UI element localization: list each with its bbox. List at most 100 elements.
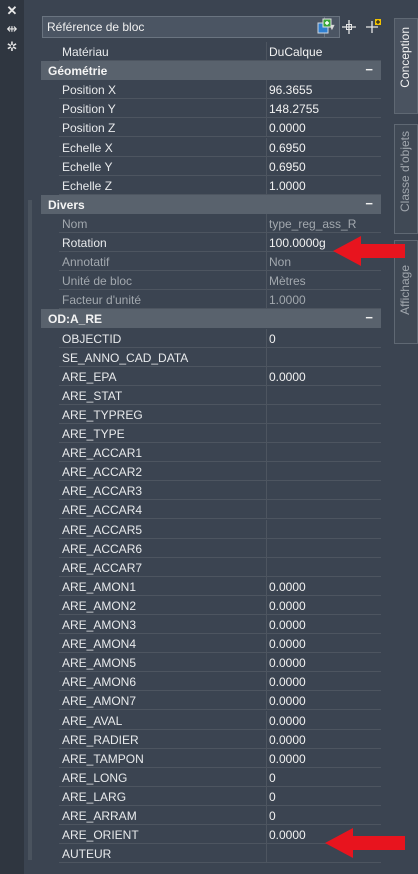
property-value[interactable]: 0.0000 — [269, 714, 306, 728]
tab-conception[interactable]: Conception — [394, 18, 418, 114]
property-value-cell[interactable] — [267, 424, 381, 443]
property-row[interactable]: Nom type_reg_ass_R — [41, 213, 381, 233]
property-value[interactable]: 0.0000 — [269, 618, 306, 632]
scroll-track[interactable] — [28, 200, 32, 860]
property-value-cell[interactable] — [267, 462, 381, 482]
property-row[interactable]: ARE_ACCAR7 — [41, 557, 381, 577]
property-value-cell[interactable] — [267, 405, 381, 424]
property-value-cell[interactable] — [267, 768, 381, 787]
property-value[interactable]: 100.0000g — [269, 236, 326, 250]
property-row[interactable]: ARE_LONG 0 — [41, 767, 381, 787]
property-row[interactable]: ARE_ACCAR4 — [41, 500, 381, 520]
property-row[interactable]: Rotation 100.0000g — [41, 233, 381, 252]
property-value[interactable]: 1.0000 — [269, 179, 306, 193]
tab-classe-objets[interactable]: Classe d'objets — [394, 124, 418, 234]
property-value[interactable]: 0.0000 — [269, 656, 306, 670]
gear-icon[interactable]: ✲ — [4, 39, 20, 55]
property-value[interactable]: 0.0000 — [269, 733, 306, 747]
property-value-cell[interactable] — [267, 500, 381, 520]
property-row[interactable]: Position Y 148.2755 — [41, 99, 381, 119]
collapse-icon[interactable]: − — [365, 62, 373, 77]
property-value-cell[interactable] — [267, 386, 381, 405]
property-row[interactable]: ARE_RADIER 0.0000 — [41, 729, 381, 749]
property-value[interactable]: 0.0000 — [269, 121, 306, 135]
object-type-dropdown[interactable]: Référence de bloc ▼ — [42, 16, 340, 38]
property-value[interactable]: 0 — [269, 809, 276, 823]
property-value[interactable]: 0 — [269, 790, 276, 804]
property-value-cell[interactable] — [267, 520, 381, 539]
property-value[interactable]: Mètres — [269, 274, 306, 288]
property-value-cell[interactable] — [267, 787, 381, 806]
property-value[interactable]: 0 — [269, 332, 276, 346]
property-row[interactable]: Annotatif Non — [41, 252, 381, 272]
property-row[interactable]: SE_ANNO_CAD_DATA — [41, 347, 381, 367]
property-value[interactable]: 0.0000 — [269, 694, 306, 708]
property-value[interactable]: 0.0000 — [269, 637, 306, 651]
property-value-cell[interactable] — [267, 348, 381, 367]
collapse-icon[interactable]: − — [365, 196, 373, 211]
property-row[interactable]: ARE_AMON7 0.0000 — [41, 691, 381, 711]
property-row[interactable]: ARE_ACCAR3 — [41, 481, 381, 501]
property-row[interactable]: Position Z 0.0000 — [41, 118, 381, 138]
property-value[interactable]: 0.0000 — [269, 370, 306, 384]
property-value-cell[interactable] — [267, 443, 381, 463]
select-objects-icon[interactable] — [340, 18, 358, 36]
property-value-cell[interactable] — [267, 558, 381, 577]
property-row[interactable]: ARE_ACCAR6 — [41, 538, 381, 558]
collapse-icon[interactable]: − — [365, 310, 373, 325]
close-icon[interactable]: ✕ — [4, 3, 20, 19]
property-row[interactable]: ARE_AMON2 0.0000 — [41, 595, 381, 615]
property-value[interactable]: 0.0000 — [269, 675, 306, 689]
property-value-cell[interactable] — [267, 806, 381, 825]
property-row[interactable]: Echelle X 0.6950 — [41, 137, 381, 157]
property-row[interactable]: ARE_TYPE — [41, 424, 381, 443]
property-value[interactable]: Non — [269, 255, 291, 269]
property-row[interactable]: Matériau DuCalque — [41, 42, 381, 61]
property-row[interactable]: ARE_TYPREG — [41, 404, 381, 424]
property-row[interactable]: ARE_AMON1 0.0000 — [41, 576, 381, 596]
property-value[interactable]: type_reg_ass_R — [269, 217, 356, 231]
row-gutter — [41, 786, 59, 806]
property-row[interactable]: Echelle Y 0.6950 — [41, 156, 381, 176]
property-value[interactable]: 0.6950 — [269, 160, 306, 174]
category-header[interactable]: Divers − — [41, 194, 381, 214]
property-value[interactable]: 0.6950 — [269, 141, 306, 155]
property-value-cell[interactable] — [267, 481, 381, 501]
quick-select-icon[interactable] — [315, 18, 333, 36]
property-row[interactable]: ARE_AMON6 0.0000 — [41, 672, 381, 692]
property-row[interactable]: ARE_AMON4 0.0000 — [41, 634, 381, 654]
property-row[interactable]: ARE_AMON3 0.0000 — [41, 615, 381, 634]
category-header[interactable]: OD:A_RE − — [41, 309, 381, 329]
property-row[interactable]: Unité de bloc Mètres — [41, 271, 381, 291]
property-row[interactable]: ARE_ARRAM 0 — [41, 806, 381, 825]
property-row[interactable]: Echelle Z 1.0000 — [41, 175, 381, 195]
property-value[interactable]: 1.0000 — [269, 293, 306, 307]
category-header[interactable]: Géométrie − — [41, 61, 381, 81]
property-value[interactable]: 0.0000 — [269, 752, 306, 766]
property-value-cell[interactable] — [267, 539, 381, 558]
property-value[interactable]: 148.2755 — [269, 102, 319, 116]
property-value[interactable]: 0.0000 — [269, 828, 306, 842]
toggle-pickadd-icon[interactable] — [364, 18, 382, 36]
property-value[interactable]: 0 — [269, 771, 276, 785]
property-value[interactable]: 96.3655 — [269, 83, 312, 97]
property-row[interactable]: ARE_LARG 0 — [41, 786, 381, 806]
property-row[interactable]: ARE_ACCAR2 — [41, 462, 381, 482]
property-value[interactable]: DuCalque — [269, 45, 322, 59]
property-row[interactable]: Position X 96.3655 — [41, 80, 381, 100]
property-row[interactable]: ARE_EPA 0.0000 — [41, 366, 381, 386]
property-value[interactable]: 0.0000 — [269, 599, 306, 613]
pin-icon[interactable]: ⇹ — [4, 21, 20, 37]
property-name: Annotatif — [62, 255, 110, 270]
property-row[interactable]: ARE_ACCAR1 — [41, 443, 381, 463]
property-row[interactable]: Facteur d'unité 1.0000 — [41, 290, 381, 310]
property-row[interactable]: ARE_TAMPON 0.0000 — [41, 748, 381, 768]
property-row[interactable]: ARE_AVAL 0.0000 — [41, 710, 381, 730]
property-name: ARE_AMON1 — [62, 579, 137, 594]
property-value-cell[interactable] — [267, 329, 381, 348]
property-row[interactable]: ARE_ACCAR5 — [41, 519, 381, 539]
property-value[interactable]: 0.0000 — [269, 580, 306, 594]
property-row[interactable]: OBJECTID 0 — [41, 328, 381, 348]
property-row[interactable]: ARE_STAT — [41, 385, 381, 405]
property-row[interactable]: ARE_AMON5 0.0000 — [41, 653, 381, 673]
